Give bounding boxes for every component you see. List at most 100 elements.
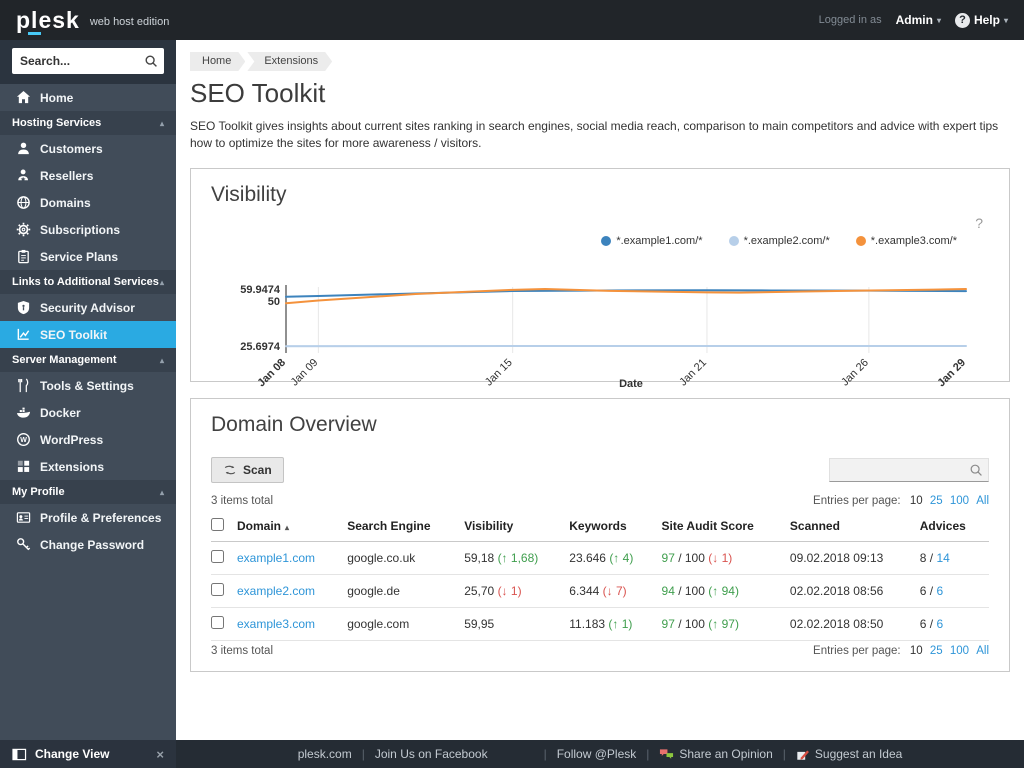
chart-help-icon[interactable]: ? <box>975 215 983 231</box>
sidebar-item-tools-settings[interactable]: Tools & Settings <box>0 372 176 399</box>
sidebar-item-customers[interactable]: Customers <box>0 135 176 162</box>
sidebar-section-server-management[interactable]: Server Management ▴ <box>0 348 176 372</box>
items-total: 3 items total <box>211 494 273 507</box>
id-card-icon <box>15 510 31 526</box>
footer-link-opinion[interactable]: Share an Opinion <box>659 747 773 761</box>
sidebar-section-my-profile[interactable]: My Profile ▴ <box>0 480 176 504</box>
sidebar-item-security-advisor[interactable]: Security Advisor <box>0 294 176 321</box>
col-keywords[interactable]: Keywords <box>569 510 662 542</box>
col-search-engine[interactable]: Search Engine <box>347 510 465 542</box>
section-label: My Profile <box>12 486 65 498</box>
sidebar-item-service-plans[interactable]: Service Plans <box>0 243 176 270</box>
domain-link[interactable]: example2.com <box>237 584 315 598</box>
change-view-bar[interactable]: Change View × <box>0 740 176 768</box>
logged-in-label: Logged in as <box>818 14 882 26</box>
breadcrumb-home[interactable]: Home <box>190 52 245 71</box>
col-advices[interactable]: Advices <box>919 510 989 542</box>
globe-icon <box>15 195 31 211</box>
col-domain[interactable]: Domain ▴ <box>237 510 348 542</box>
separator: | <box>646 747 650 761</box>
sidebar-item-subscriptions[interactable]: Subscriptions <box>0 216 176 243</box>
entries-option-100[interactable]: 100 <box>950 495 969 507</box>
select-all-checkbox[interactable] <box>211 517 224 531</box>
svg-text:Jan 29: Jan 29 <box>935 356 968 389</box>
legend-label: *.example1.com/* <box>616 234 703 247</box>
sidebar-item-label: Profile & Preferences <box>40 510 162 525</box>
scan-label: Scan <box>243 462 272 477</box>
footer-link-idea[interactable]: Suggest an Idea <box>796 747 902 761</box>
entries-option-all[interactable]: All <box>976 645 989 657</box>
audit-delta: (↑ 94) <box>708 583 739 598</box>
advices-total-link[interactable]: 6 <box>936 617 943 631</box>
advices-done: 8 <box>919 550 927 565</box>
visibility-line-chart: 59.947450 25.6974 Jan 08 Jan 09 Jan 15 Jan 21… <box>240 284 968 390</box>
collapse-icon: ▴ <box>159 118 164 128</box>
sidebar-item-extensions[interactable]: Extensions <box>0 453 176 480</box>
collapse-icon: ▴ <box>159 487 164 497</box>
domain-link[interactable]: example1.com <box>237 551 315 565</box>
table-search-input[interactable] <box>829 457 989 482</box>
plesk-logo[interactable]: plesk <box>16 8 80 35</box>
sidebar-item-label: Service Plans <box>40 249 119 264</box>
visibility-panel: Visibility ? *.example1.com/* *.example2.… <box>190 167 1010 390</box>
search-input[interactable] <box>12 48 164 74</box>
sidebar-item-resellers[interactable]: Resellers <box>0 162 176 189</box>
row-checkbox[interactable] <box>211 582 224 596</box>
sidebar-section-additional-services[interactable]: Links to Additional Services ▴ <box>0 270 176 294</box>
col-visibility[interactable]: Visibility <box>464 510 570 542</box>
svg-text:Date: Date <box>619 378 643 390</box>
row-checkbox[interactable] <box>211 549 224 563</box>
audit-score-cell: 97 / 100 (↑ 97) <box>661 607 790 641</box>
visibility-cell: 59,95 <box>464 607 570 641</box>
sidebar-item-wordpress[interactable]: W WordPress <box>0 426 176 453</box>
legend-dot-icon <box>601 235 612 246</box>
scan-button[interactable]: Scan <box>211 456 284 483</box>
audit-score: 94 <box>661 583 675 598</box>
fork-knife-icon <box>15 378 31 394</box>
sidebar-item-label: SEO Toolkit <box>40 327 108 342</box>
plesk-logo-underline-icon <box>28 31 41 35</box>
sidebar-item-docker[interactable]: Docker <box>0 399 176 426</box>
section-label: Server Management <box>12 354 117 366</box>
help-menu[interactable]: ? Help ▾ <box>954 12 1008 28</box>
sidebar-item-profile-preferences[interactable]: Profile & Preferences <box>0 504 176 531</box>
sidebar-item-change-password[interactable]: Change Password <box>0 531 176 558</box>
advices-total-link[interactable]: 6 <box>936 584 943 598</box>
search-icon <box>970 464 982 476</box>
row-checkbox[interactable] <box>211 615 224 629</box>
scanned-cell: 09.02.2018 09:13 <box>789 541 920 575</box>
footer-link-twitter[interactable]: Follow @Plesk <box>557 747 637 761</box>
entries-per-page: Entries per page: 10 25 100 All <box>813 495 989 507</box>
sidebar-item-domains[interactable]: Domains <box>0 189 176 216</box>
sidebar-item-home[interactable]: Home <box>0 84 176 111</box>
breadcrumb-extensions[interactable]: Extensions <box>247 52 332 71</box>
close-icon[interactable]: × <box>156 747 164 762</box>
table-row: example3.com google.com 59,95 11.183 (↑ … <box>211 607 989 641</box>
collapse-icon: ▴ <box>159 277 164 287</box>
audit-delta: (↓ 1) <box>708 550 733 565</box>
keywords-delta: (↑ 4) <box>609 550 634 565</box>
sidebar-section-hosting-services[interactable]: Hosting Services ▴ <box>0 111 176 135</box>
entries-option-all[interactable]: All <box>976 495 989 507</box>
legend-item[interactable]: *.example3.com/* <box>855 233 957 249</box>
domain-link[interactable]: example3.com <box>237 617 315 631</box>
svg-text:25.6974: 25.6974 <box>240 341 281 353</box>
footer-link-plesk[interactable]: plesk.com <box>298 747 352 761</box>
legend-item[interactable]: *.example1.com/* <box>601 233 703 249</box>
table-row: example1.com google.co.uk 59,18 (↑ 1,68)… <box>211 541 989 575</box>
user-menu[interactable]: Admin ▾ <box>896 13 941 27</box>
user-name: Admin <box>895 13 933 27</box>
col-site-audit-score[interactable]: Site Audit Score <box>661 510 790 542</box>
col-scanned[interactable]: Scanned <box>789 510 920 542</box>
sidebar-item-seo-toolkit[interactable]: SEO Toolkit <box>0 321 176 348</box>
advices-done: 6 <box>919 583 927 598</box>
visibility-title: Visibility <box>211 182 287 206</box>
entries-option-25[interactable]: 25 <box>930 645 943 657</box>
entries-option-25[interactable]: 25 <box>930 495 943 507</box>
entries-option-100[interactable]: 100 <box>950 645 969 657</box>
footer-link-facebook[interactable]: Join Us on Facebook <box>375 747 488 761</box>
chevron-down-icon: ▾ <box>936 15 941 25</box>
svg-text:Jan 09: Jan 09 <box>289 356 321 388</box>
legend-item[interactable]: *.example2.com/* <box>728 233 830 249</box>
advices-total-link[interactable]: 14 <box>936 551 949 565</box>
